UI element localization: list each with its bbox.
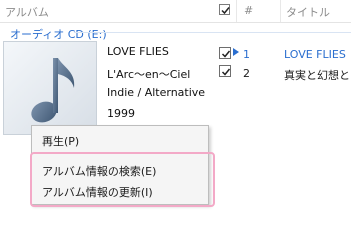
album-genre: Indie / Alternative xyxy=(107,86,206,99)
select-all-checkbox[interactable] xyxy=(219,4,230,15)
column-header-bar: アルバム # タイトル xyxy=(0,0,351,23)
track-number: 2 xyxy=(243,67,250,80)
group-label: オーディオ CD (E:) xyxy=(10,28,107,41)
album-year: 1999 xyxy=(107,107,135,120)
highlight-box xyxy=(30,152,215,207)
number-column-header[interactable]: # xyxy=(244,4,253,17)
checkmark-icon xyxy=(221,7,230,15)
track-checkbox[interactable] xyxy=(219,47,231,59)
album-artist: L'Arc〜en〜Ciel xyxy=(107,68,191,81)
column-divider[interactable] xyxy=(236,0,237,22)
track-checkbox[interactable] xyxy=(219,65,231,77)
column-divider[interactable] xyxy=(280,0,281,22)
now-playing-icon xyxy=(233,48,239,56)
track-title[interactable]: LOVE FLIES xyxy=(284,48,346,61)
group-divider xyxy=(74,32,351,33)
menu-item-play[interactable]: 再生(P) xyxy=(42,133,79,149)
checkmark-icon xyxy=(221,68,231,76)
music-note-icon xyxy=(31,58,75,123)
album-art[interactable] xyxy=(3,41,97,135)
album-column-header[interactable]: アルバム xyxy=(5,4,49,20)
title-column-header[interactable]: タイトル xyxy=(286,4,330,20)
checkmark-icon xyxy=(221,50,231,58)
track-number: 1 xyxy=(243,48,250,61)
track-title[interactable]: 真実と幻想と xyxy=(284,67,350,83)
album-title: LOVE FLIES xyxy=(107,45,169,58)
